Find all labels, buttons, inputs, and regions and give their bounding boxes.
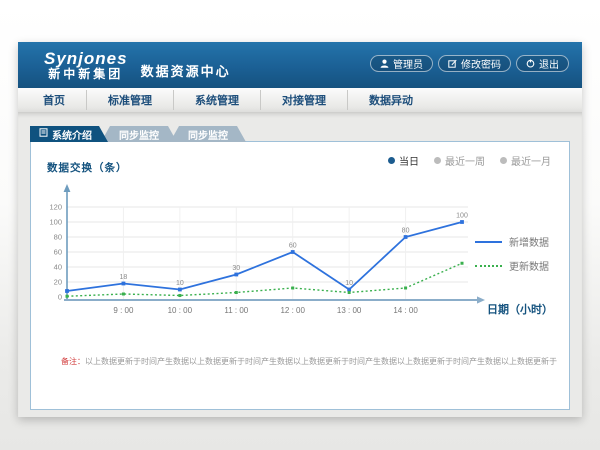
legend-item-updated-data: 更新数据 xyxy=(475,258,549,273)
series-legend: 新增数据 更新数据 xyxy=(475,234,549,273)
svg-text:10: 10 xyxy=(345,280,353,287)
footnote: 备注：以上数据更新于时间产生数据以上数据更新于时间产生数据以上数据更新于时间产生… xyxy=(61,356,561,367)
svg-text:10: 10 xyxy=(176,280,184,287)
tab-sync-monitor-2[interactable]: 同步监控 xyxy=(170,126,246,142)
main-nav: 首页 标准管理 系统管理 对接管理 数据异动 xyxy=(18,88,582,113)
app-header: Synjones 新中新集团 数据资源中心 管理员 修改密码 xyxy=(18,42,582,88)
content-area: 系统介绍 同步监控 同步监控 当日 最近一周 xyxy=(18,113,582,417)
change-password-button[interactable]: 修改密码 xyxy=(438,55,511,72)
edit-icon xyxy=(448,59,457,68)
range-option-today[interactable]: 当日 xyxy=(388,153,419,168)
range-filter: 当日 最近一周 最近一月 xyxy=(388,153,551,168)
legend-item-new-data: 新增数据 xyxy=(475,234,549,249)
svg-text:20: 20 xyxy=(54,278,62,287)
svg-text:40: 40 xyxy=(54,263,62,272)
range-option-label: 最近一周 xyxy=(445,153,485,168)
admin-button-label: 管理员 xyxy=(393,56,423,71)
svg-text:100: 100 xyxy=(49,218,62,227)
svg-text:30: 30 xyxy=(232,265,240,272)
admin-button[interactable]: 管理员 xyxy=(370,55,433,72)
solid-line-icon xyxy=(475,241,502,243)
tab-label: 同步监控 xyxy=(188,127,228,142)
svg-text:60: 60 xyxy=(54,248,62,257)
brand-logo-cn: 新中新集团 xyxy=(44,68,128,81)
svg-text:80: 80 xyxy=(54,233,62,242)
y-axis-label: 数据交换（条） xyxy=(47,160,128,175)
svg-text:11 : 00: 11 : 00 xyxy=(224,306,248,315)
svg-text:14 : 00: 14 : 00 xyxy=(393,306,418,315)
user-icon xyxy=(380,59,389,68)
logout-button-label: 退出 xyxy=(539,56,559,71)
svg-text:80: 80 xyxy=(402,228,410,235)
radio-dot-icon xyxy=(500,157,507,164)
tab-label: 系统介绍 xyxy=(52,127,92,142)
document-icon xyxy=(39,128,48,140)
range-option-label: 当日 xyxy=(399,153,419,168)
tab-label: 同步监控 xyxy=(119,127,159,142)
nav-item-data-change[interactable]: 数据异动 xyxy=(347,90,434,110)
range-option-label: 最近一月 xyxy=(511,153,551,168)
svg-text:12 : 00: 12 : 00 xyxy=(280,306,305,315)
user-bar: 管理员 修改密码 退出 xyxy=(370,55,569,72)
nav-item-standard-management[interactable]: 标准管理 xyxy=(86,90,173,110)
tab-sync-monitor-1[interactable]: 同步监控 xyxy=(101,126,177,142)
chart-panel: 当日 最近一周 最近一月 数据交换（条） 0 20 40 60 80 100 120 9 : … xyxy=(30,141,570,410)
tab-bar: 系统介绍 同步监控 同步监控 xyxy=(30,126,246,142)
power-icon xyxy=(526,59,535,68)
page-title: 数据资源中心 xyxy=(141,51,231,80)
svg-text:10 : 00: 10 : 00 xyxy=(168,306,193,315)
dotted-line-icon xyxy=(475,265,502,267)
brand-logo-en: Synjones xyxy=(44,50,128,68)
svg-text:9 : 00: 9 : 00 xyxy=(113,306,134,315)
nav-item-interface-management[interactable]: 对接管理 xyxy=(260,90,347,110)
footnote-text: 以上数据更新于时间产生数据以上数据更新于时间产生数据以上数据更新于时间产生数据以… xyxy=(85,357,557,366)
svg-text:0: 0 xyxy=(58,293,62,302)
range-option-last-week[interactable]: 最近一周 xyxy=(434,153,485,168)
radio-dot-icon xyxy=(388,157,395,164)
desktop-background: Synjones 新中新集团 数据资源中心 管理员 修改密码 xyxy=(0,0,600,450)
svg-text:13 : 00: 13 : 00 xyxy=(337,306,362,315)
svg-text:18: 18 xyxy=(120,274,128,281)
nav-item-system-management[interactable]: 系统管理 xyxy=(173,90,260,110)
range-option-last-month[interactable]: 最近一月 xyxy=(500,153,551,168)
change-password-button-label: 修改密码 xyxy=(461,56,501,71)
legend-label: 新增数据 xyxy=(509,234,549,249)
radio-dot-icon xyxy=(434,157,441,164)
tab-system-intro[interactable]: 系统介绍 xyxy=(30,126,108,142)
svg-text:日期（小时）: 日期（小时） xyxy=(487,302,553,316)
svg-text:120: 120 xyxy=(49,203,62,212)
nav-item-home[interactable]: 首页 xyxy=(22,90,86,110)
logout-button[interactable]: 退出 xyxy=(516,55,569,72)
legend-label: 更新数据 xyxy=(509,258,549,273)
app-window: Synjones 新中新集团 数据资源中心 管理员 修改密码 xyxy=(18,42,582,417)
svg-text:60: 60 xyxy=(289,243,297,250)
svg-text:100: 100 xyxy=(456,213,468,220)
footnote-prefix: 备注： xyxy=(61,357,85,366)
brand-logo: Synjones 新中新集团 xyxy=(44,50,128,80)
